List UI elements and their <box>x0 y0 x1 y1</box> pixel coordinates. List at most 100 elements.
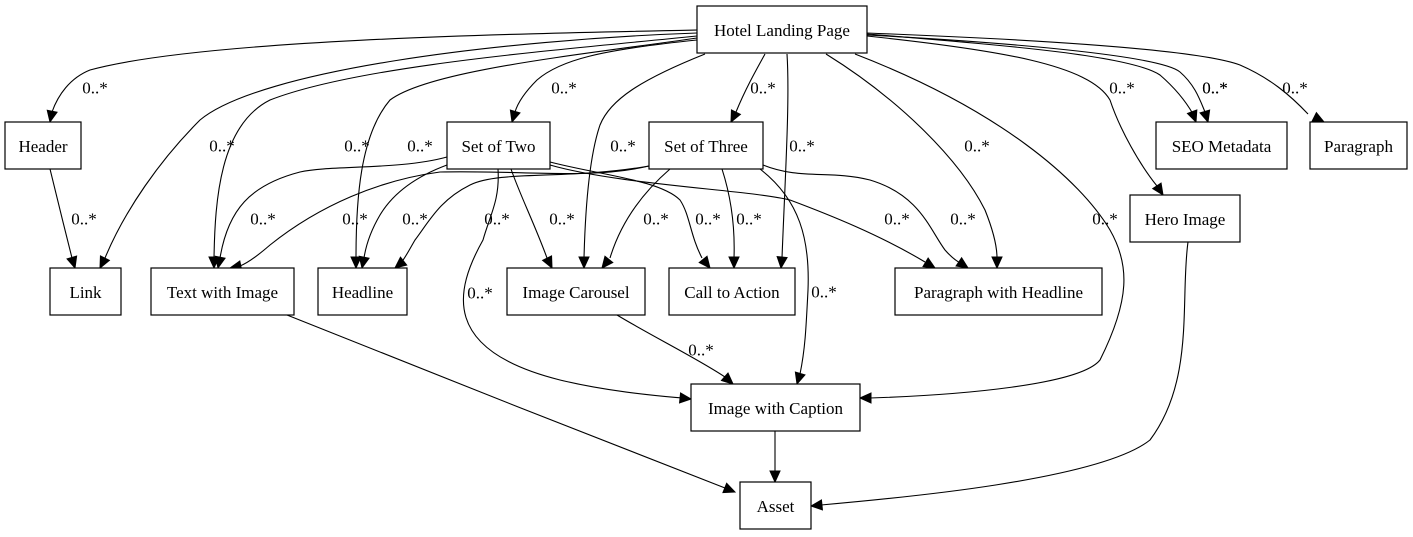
node-label: Hotel Landing Page <box>714 21 850 40</box>
node-link[interactable]: Link <box>49 267 122 316</box>
node-iwc[interactable]: Image with Caption <box>690 383 861 432</box>
node-label: Call to Action <box>684 283 780 302</box>
node-set3[interactable]: Set of Three <box>648 121 764 170</box>
arrowhead-icon <box>955 256 970 269</box>
multiplicity-label: 0..* <box>1202 79 1228 98</box>
arrowhead-icon <box>358 255 370 270</box>
node-label: Headline <box>332 283 393 302</box>
arrowhead-icon <box>722 482 737 494</box>
edge-line <box>781 53 789 259</box>
edge-set3-to-pwh: 0..* <box>762 164 976 269</box>
edge-line <box>721 168 735 259</box>
edge-hotel-to-cta: 0..* <box>776 53 815 270</box>
edge-set2-to-cta: 0..* <box>549 161 721 269</box>
edge-line <box>51 29 698 113</box>
multiplicity-label: 0..* <box>549 210 575 229</box>
multiplicity-label: 0..* <box>884 210 910 229</box>
node-headline[interactable]: Headline <box>317 267 408 316</box>
edge-line <box>866 34 1206 113</box>
arrowhead-icon <box>66 255 78 270</box>
arrowhead-icon <box>776 255 788 270</box>
node-carousel[interactable]: Image Carousel <box>506 267 646 316</box>
edge-set2-to-headline: 0..* <box>358 164 448 270</box>
node-set2[interactable]: Set of Two <box>446 121 551 170</box>
multiplicity-label: 0..* <box>71 210 97 229</box>
multiplicity-label: 0..* <box>467 284 493 303</box>
multiplicity-label: 0..* <box>1109 79 1135 98</box>
arrowhead-icon <box>1199 109 1211 124</box>
arrowhead-icon <box>858 392 872 404</box>
edge-line <box>510 168 548 259</box>
node-paragraph[interactable]: Paragraph <box>1309 121 1408 170</box>
arrowhead-icon <box>1311 111 1326 123</box>
edge-hotel-to-set3: 0..* <box>730 53 776 124</box>
multiplicity-label: 0..* <box>811 283 837 302</box>
composition-diagram: 0..* 0..* 0..* 0..* 0..* 0..* 0..* 0..* 0..* 0..*… <box>4 5 1408 530</box>
node-label: Asset <box>757 497 795 516</box>
multiplicity-label: 0..* <box>695 210 721 229</box>
multiplicity-label: 0..* <box>82 79 108 98</box>
arrowhead-icon <box>730 109 742 124</box>
node-label: Hero Image <box>1145 210 1226 229</box>
node-label: Set of Three <box>664 137 748 156</box>
multiplicity-label: 0..* <box>789 137 815 156</box>
arrowhead-icon <box>698 255 711 269</box>
arrowhead-icon <box>678 392 693 404</box>
arrowhead-icon <box>214 255 226 270</box>
edge-line <box>286 314 726 489</box>
edge-set2-to-carousel: 0..* <box>510 168 575 270</box>
arrowhead-icon <box>720 372 734 385</box>
edge-carousel-to-iwc: 0..* <box>616 314 734 385</box>
edge-hotel-to-pwh: 0..* <box>825 53 1003 270</box>
arrowhead-icon <box>991 256 1003 270</box>
arrowhead-icon <box>769 470 781 484</box>
multiplicity-label: 0..* <box>551 79 577 98</box>
edge-line <box>399 165 650 265</box>
edge-hotel-to-header: 0..* <box>46 29 698 124</box>
edge-twi-to-asset <box>286 314 737 494</box>
arrowhead-icon <box>394 256 408 269</box>
node-label: Header <box>18 137 67 156</box>
edge-hotel-to-iwc: 0..* <box>854 53 1125 404</box>
multiplicity-label: 0..* <box>950 210 976 229</box>
nodes-layer: Hotel Landing Page Header Set of Two Set of… <box>4 5 1408 530</box>
arrowhead-icon <box>46 109 58 124</box>
edge-set3-to-cta: 0..* <box>721 168 762 270</box>
arrowhead-icon <box>1186 109 1198 124</box>
arrowhead-icon <box>728 256 740 270</box>
multiplicity-label: 0..* <box>342 210 368 229</box>
edge-line <box>866 32 1309 115</box>
multiplicity-label: 0..* <box>484 210 510 229</box>
edge-hotel-to-seo: 0..* <box>866 33 1228 124</box>
edge-header-to-link: 0..* <box>49 168 97 270</box>
node-label: SEO Metadata <box>1172 137 1272 156</box>
node-label: Set of Two <box>461 137 535 156</box>
node-pwh[interactable]: Paragraph with Headline <box>894 267 1103 316</box>
node-label: Paragraph <box>1324 137 1393 156</box>
multiplicity-label: 0..* <box>643 210 669 229</box>
arrowhead-icon <box>541 255 553 270</box>
multiplicity-label: 0..* <box>688 341 714 360</box>
arrowhead-icon <box>578 256 590 270</box>
multiplicity-label: 0..* <box>750 79 776 98</box>
node-seo[interactable]: SEO Metadata <box>1155 121 1288 170</box>
arrowhead-icon <box>794 371 806 386</box>
node-hero[interactable]: Hero Image <box>1129 194 1241 243</box>
edge-line <box>762 164 963 265</box>
arrowhead-icon <box>601 255 614 269</box>
edge-line <box>104 32 698 259</box>
node-twi[interactable]: Text with Image <box>150 267 295 316</box>
node-asset[interactable]: Asset <box>739 481 812 530</box>
arrowhead-icon <box>99 255 111 270</box>
edge-hotel-to-link: 0..* <box>99 32 698 270</box>
edge-hotel-to-paragraph: 0..* <box>866 32 1326 123</box>
node-cta[interactable]: Call to Action <box>668 267 796 316</box>
multiplicity-label: 0..* <box>1092 210 1118 229</box>
node-label: Text with Image <box>167 283 278 302</box>
multiplicity-label: 0..* <box>402 210 428 229</box>
node-header[interactable]: Header <box>4 121 82 170</box>
node-label: Image with Caption <box>708 399 844 418</box>
edge-line <box>866 35 1158 187</box>
arrowhead-icon <box>922 257 937 269</box>
node-hotel[interactable]: Hotel Landing Page <box>696 5 868 54</box>
